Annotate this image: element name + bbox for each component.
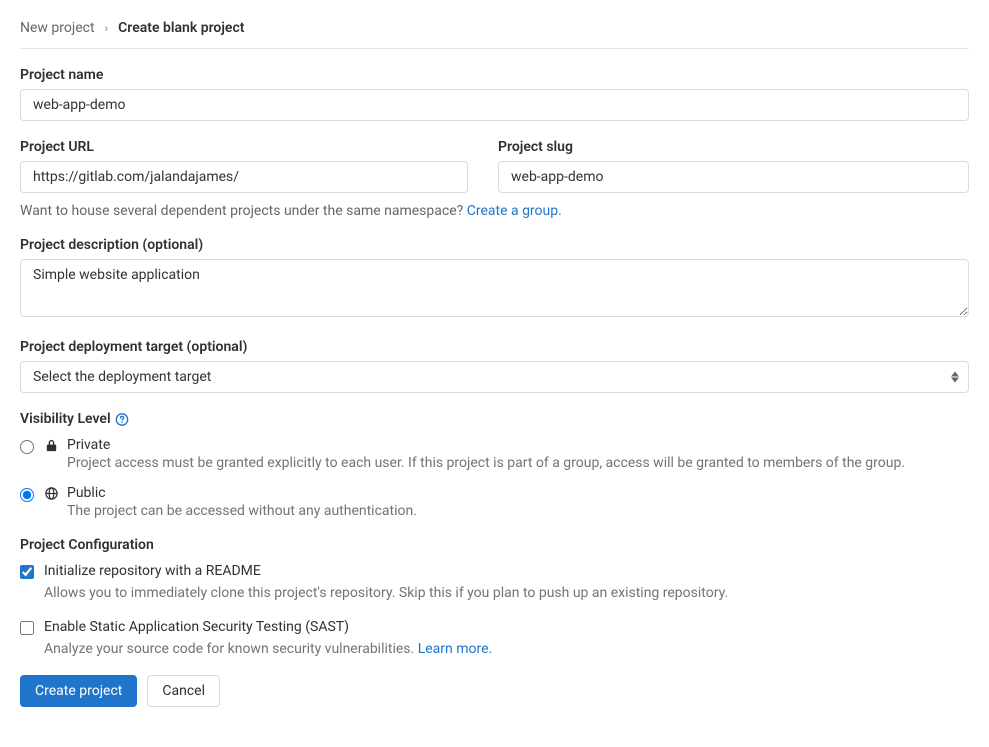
- sast-learn-more-link[interactable]: Learn more.: [418, 641, 493, 657]
- config-label: Project Configuration: [20, 537, 969, 553]
- description-input[interactable]: Simple website application: [20, 259, 969, 317]
- project-slug-input[interactable]: [498, 161, 969, 193]
- project-slug-label: Project slug: [498, 139, 969, 155]
- sast-title: Enable Static Application Security Testi…: [44, 619, 349, 635]
- breadcrumb-current: Create blank project: [118, 20, 244, 36]
- visibility-private-desc: Project access must be granted explicitl…: [67, 455, 905, 471]
- readme-checkbox[interactable]: [20, 565, 34, 579]
- help-icon[interactable]: [115, 412, 129, 426]
- lock-icon: [44, 438, 59, 457]
- breadcrumb: New project › Create blank project: [20, 20, 969, 49]
- visibility-private-radio[interactable]: [20, 440, 34, 454]
- cancel-button[interactable]: Cancel: [147, 675, 220, 707]
- project-url-label: Project URL: [20, 139, 468, 155]
- visibility-label: Visibility Level: [20, 411, 111, 427]
- description-label: Project description (optional): [20, 237, 969, 253]
- project-url-input[interactable]: [20, 161, 468, 193]
- visibility-public-desc: The project can be accessed without any …: [67, 503, 417, 519]
- breadcrumb-parent[interactable]: New project: [20, 20, 95, 36]
- visibility-public-radio[interactable]: [20, 488, 34, 502]
- deployment-select[interactable]: Select the deployment target: [20, 361, 969, 393]
- globe-icon: [44, 486, 59, 505]
- project-name-label: Project name: [20, 67, 969, 83]
- create-project-button[interactable]: Create project: [20, 675, 137, 707]
- visibility-private-title: Private: [67, 437, 905, 453]
- project-name-input[interactable]: [20, 89, 969, 121]
- create-group-link[interactable]: Create a group.: [467, 203, 562, 219]
- visibility-public-title: Public: [67, 485, 417, 501]
- readme-title: Initialize repository with a README: [44, 563, 261, 579]
- sast-checkbox[interactable]: [20, 621, 34, 635]
- group-helper-text: Want to house several dependent projects…: [20, 203, 467, 219]
- readme-desc: Allows you to immediately clone this pro…: [44, 585, 969, 601]
- sast-desc: Analyze your source code for known secur…: [44, 641, 418, 657]
- deployment-label: Project deployment target (optional): [20, 339, 969, 355]
- chevron-right-icon: ›: [105, 21, 109, 35]
